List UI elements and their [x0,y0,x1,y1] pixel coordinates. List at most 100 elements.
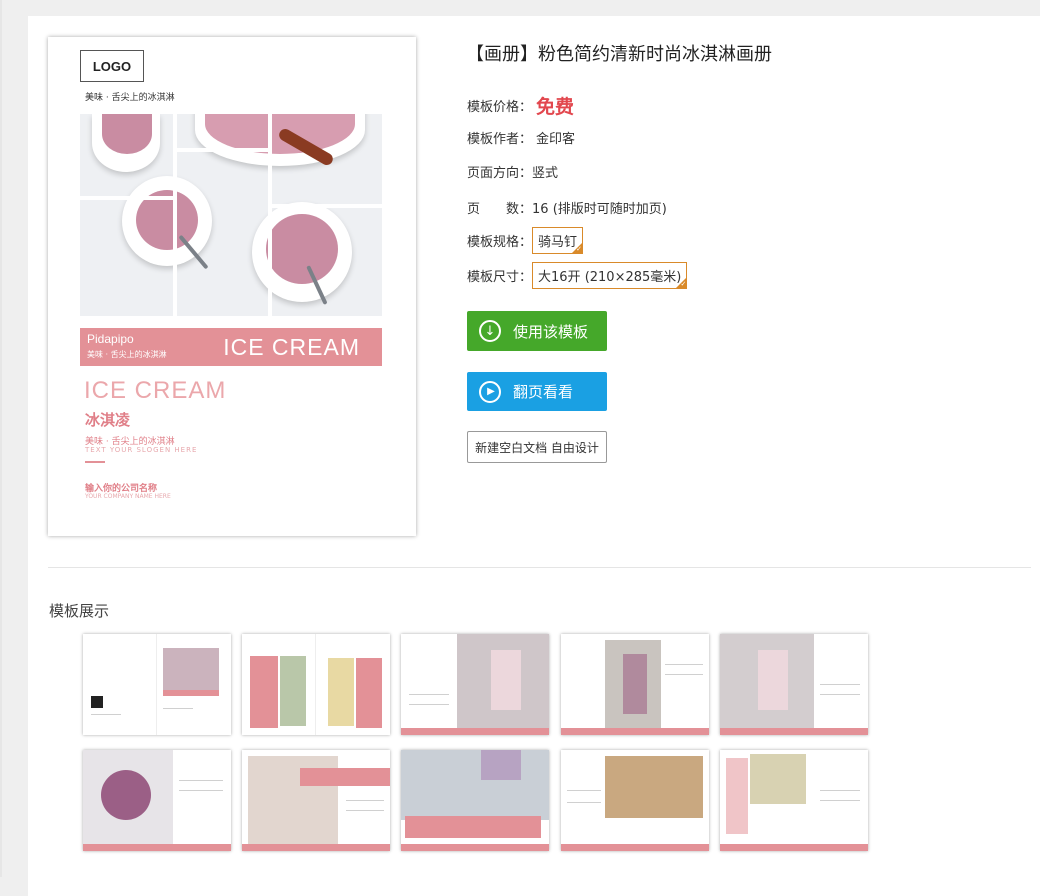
thumbnail-photo [758,650,788,710]
size-value: 大16开 (210×285毫米) [538,270,682,285]
page-thumbnail[interactable] [83,634,231,735]
flip-preview-label: 翻页看看 [513,383,574,401]
check-icon: ✓ [680,280,687,288]
thumbnail-band [720,844,868,851]
section-divider [48,567,1031,568]
cover-brand: Pidapipo [87,332,134,346]
thumbnail-band [401,844,549,851]
orientation-value: 竖式 [532,166,559,181]
cover-slogan-en: TEXT YOUR SLOGEN HERE [85,446,198,454]
cover-big-title: ICE CREAM [84,377,227,404]
thumbnail-text-line [409,694,449,695]
thumbnail-photo [481,750,521,780]
size-option[interactable]: 大16开 (210×285毫米) ✓ [532,262,688,289]
thumbnail-text-line [346,800,384,801]
play-icon: ▶ [479,380,501,403]
collage-divider [80,196,173,200]
thumbnail-photo [328,658,354,726]
orientation-row: 页面方向：竖式 [467,162,558,181]
thumbnail-photo [101,770,151,820]
check-icon: ✓ [576,245,583,253]
thumbnail-band [250,656,278,728]
thumbnail-text-line [665,664,703,665]
cover-band-subtitle: 美味 · 舌尖上的冰淇淋 [87,350,167,359]
author-label: 模板作者： [467,132,533,147]
thumbnail-band [83,844,231,851]
download-arrow-icon: ↓ [479,320,501,342]
page-thumbnail[interactable] [401,750,549,851]
price-value: 免费 [536,96,575,118]
cover-company-name-en: YOUR COMPANY NAME HERE [85,493,171,500]
page-thumbnail[interactable] [720,750,868,851]
template-title: 【画册】粉色简约清新时尚冰淇淋画册 [466,44,772,65]
qr-code-image [91,696,103,708]
thumbnail-band [356,658,382,728]
pages-value: 16 (排版时可随时加页) [532,202,667,217]
use-template-button[interactable]: ↓ 使用该模板 [467,311,607,351]
thumbnail-band [401,728,549,735]
page-thumbnail[interactable] [561,634,709,735]
thumbnail-photo [750,754,806,804]
size-label: 模板尺寸： [467,270,533,285]
use-template-label: 使用该模板 [513,322,589,341]
thumbnail-band [561,844,709,851]
thumbnail-text-line [820,684,860,685]
thumbnail-text-line [567,802,601,803]
thumbnail-band [720,728,868,735]
pages-label: 页 数： [467,202,533,217]
page-thumbnail[interactable] [242,750,390,851]
collage-divider [173,114,177,316]
thumbnail-photo [163,648,219,692]
collage-divider [268,114,272,316]
spec-label: 模板规格： [467,235,533,250]
collage-divider [177,148,268,152]
size-row: 模板尺寸： 大16开 (210×285毫米) ✓ [467,262,688,289]
collage-divider [272,204,382,208]
thumbnail-text-line [163,708,193,709]
page-thumbnail[interactable] [401,634,549,735]
page-thumbnail[interactable] [83,750,231,851]
cover-tagline: 美味 · 舌尖上的冰淇淋 [85,93,175,103]
spec-row: 模板规格： 骑马钉 ✓ [467,227,584,254]
thumbnail-band [242,844,390,851]
thumbnail-photo [605,756,703,818]
thumbnail-band [405,816,541,838]
pages-row: 页 数：16 (排版时可随时加页) [467,198,667,217]
thumbnail-text-line [91,714,121,715]
flip-preview-button[interactable]: ▶ 翻页看看 [467,372,607,411]
scoop-image [266,214,338,284]
price-row: 模板价格： 免费 [467,92,574,119]
thumbnail-photo [491,650,521,710]
page-thumbnail[interactable] [242,634,390,735]
thumbnail-text-line [820,694,860,695]
cover-band-title: ICE CREAM [223,334,360,360]
thumbnail-text-line [567,790,601,791]
thumbnail-band [561,728,709,735]
thumbnail-text-line [179,780,223,781]
cover-accent-line [85,461,105,463]
cover-photo-collage [80,114,382,316]
spec-option[interactable]: 骑马钉 ✓ [532,227,584,254]
thumbnail-text-line [409,704,449,705]
thumbnail-text-line [179,790,223,791]
page-thumbnail[interactable] [561,750,709,851]
thumbnail-fold [156,634,157,735]
thumbnail-fold [315,634,316,735]
thumbnail-text-line [820,790,860,791]
page-thumbnail[interactable] [720,634,868,735]
showcase-title: 模板展示 [49,602,110,620]
cover-cn-title: 冰淇凌 [85,411,131,429]
orientation-label: 页面方向： [467,166,533,181]
thumbnail-photo [401,750,549,820]
thumbnail-band [300,768,390,786]
thumbnail-photo [280,656,306,726]
cover-logo: LOGO [80,50,144,82]
cover-pink-band: Pidapipo 美味 · 舌尖上的冰淇淋 ICE CREAM [80,328,382,366]
cover-preview[interactable]: LOGO 美味 · 舌尖上的冰淇淋 Pidapipo 美味 · 舌尖上的冰淇淋 … [48,37,416,536]
left-edge-strip [0,0,2,877]
thumbnail-photo [623,654,647,714]
scoop-image [102,114,152,154]
thumbnail-text-line [665,674,703,675]
new-blank-document-button[interactable]: 新建空白文档 自由设计 [467,431,607,463]
author-value[interactable]: 金印客 [536,132,575,147]
